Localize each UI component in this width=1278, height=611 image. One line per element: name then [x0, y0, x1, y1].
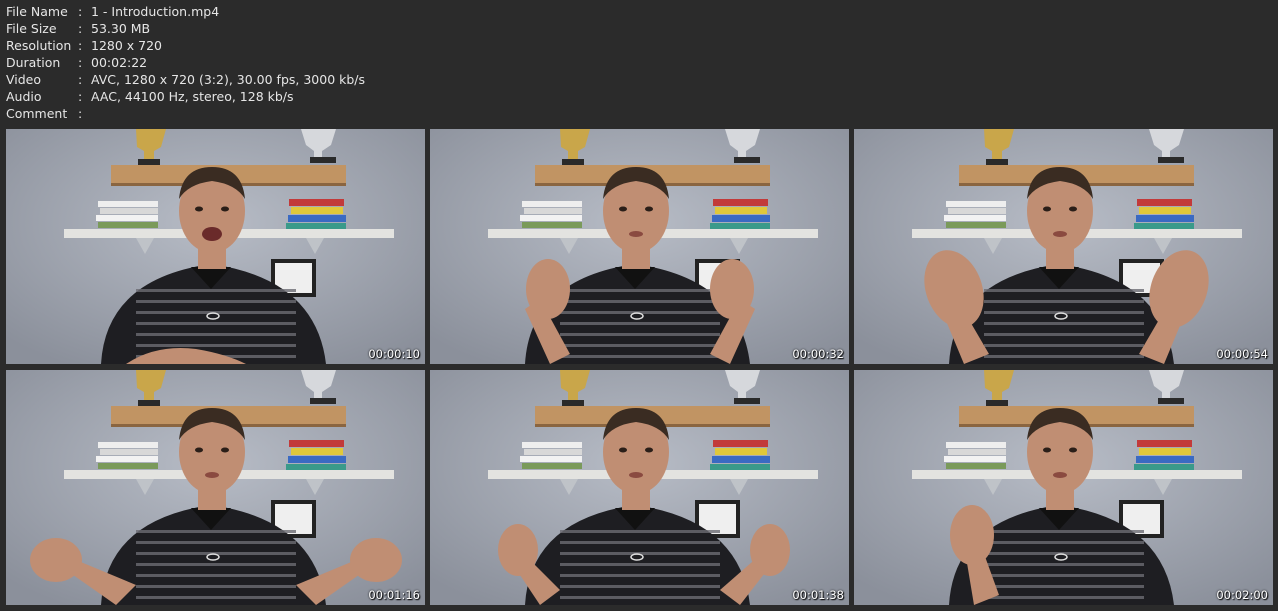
info-key: File Size — [6, 21, 57, 36]
thumbnail-timestamp: 00:00:54 — [1216, 347, 1268, 361]
thumbnail-timestamp: 00:01:16 — [368, 588, 420, 602]
info-key: Comment — [6, 106, 68, 121]
info-row-file-size: File Size : 53.30 MB — [6, 20, 365, 37]
video-thumbnail[interactable]: 00:01:16 — [6, 370, 425, 605]
info-key: Audio — [6, 89, 42, 104]
info-separator: : — [78, 72, 83, 87]
info-value: 1280 x 720 — [91, 38, 163, 53]
video-thumbnail[interactable]: 00:00:54 — [854, 129, 1273, 364]
info-separator: : — [78, 89, 83, 104]
info-value: 53.30 MB — [91, 21, 151, 36]
thumbnail-frame — [854, 370, 1273, 605]
file-info-panel: File Name : 1 - Introduction.mp4 File Si… — [6, 3, 365, 122]
info-value: 00:02:22 — [91, 55, 148, 70]
thumbnail-timestamp: 00:02:00 — [1216, 588, 1268, 602]
info-row-resolution: Resolution : 1280 x 720 — [6, 37, 365, 54]
video-thumbnail[interactable]: 00:00:10 — [6, 129, 425, 364]
thumbnail-frame — [6, 370, 425, 605]
info-separator: : — [78, 38, 83, 53]
thumbnail-frame — [430, 129, 849, 364]
info-key: File Name — [6, 4, 68, 19]
thumbnail-frame — [854, 129, 1273, 364]
info-value: AVC, 1280 x 720 (3:2), 30.00 fps, 3000 k… — [91, 72, 366, 87]
info-key: Duration — [6, 55, 61, 70]
info-value: AAC, 44100 Hz, stereo, 128 kb/s — [91, 89, 294, 104]
thumbnail-timestamp: 00:00:32 — [792, 347, 844, 361]
thumbnail-timestamp: 00:01:38 — [792, 588, 844, 602]
info-row-duration: Duration : 00:02:22 — [6, 54, 365, 71]
info-key: Resolution — [6, 38, 72, 53]
info-row-file-name: File Name : 1 - Introduction.mp4 — [6, 3, 365, 20]
video-thumbnail[interactable]: 00:00:32 — [430, 129, 849, 364]
info-row-video: Video : AVC, 1280 x 720 (3:2), 30.00 fps… — [6, 71, 365, 88]
info-separator: : — [78, 4, 83, 19]
info-separator: : — [78, 106, 83, 121]
video-thumbnail[interactable]: 00:01:38 — [430, 370, 849, 605]
info-value: 1 - Introduction.mp4 — [91, 4, 220, 19]
thumbnail-grid: 00:00:10 00:00:32 00:00:54 00:01:16 00:0… — [6, 129, 1273, 605]
info-row-audio: Audio : AAC, 44100 Hz, stereo, 128 kb/s — [6, 88, 365, 105]
info-row-comment: Comment : — [6, 105, 365, 122]
info-key: Video — [6, 72, 42, 87]
thumbnail-timestamp: 00:00:10 — [368, 347, 420, 361]
info-separator: : — [78, 55, 83, 70]
thumbnail-frame — [6, 129, 425, 364]
info-separator: : — [78, 21, 83, 36]
thumbnail-frame — [430, 370, 849, 605]
video-thumbnail[interactable]: 00:02:00 — [854, 370, 1273, 605]
